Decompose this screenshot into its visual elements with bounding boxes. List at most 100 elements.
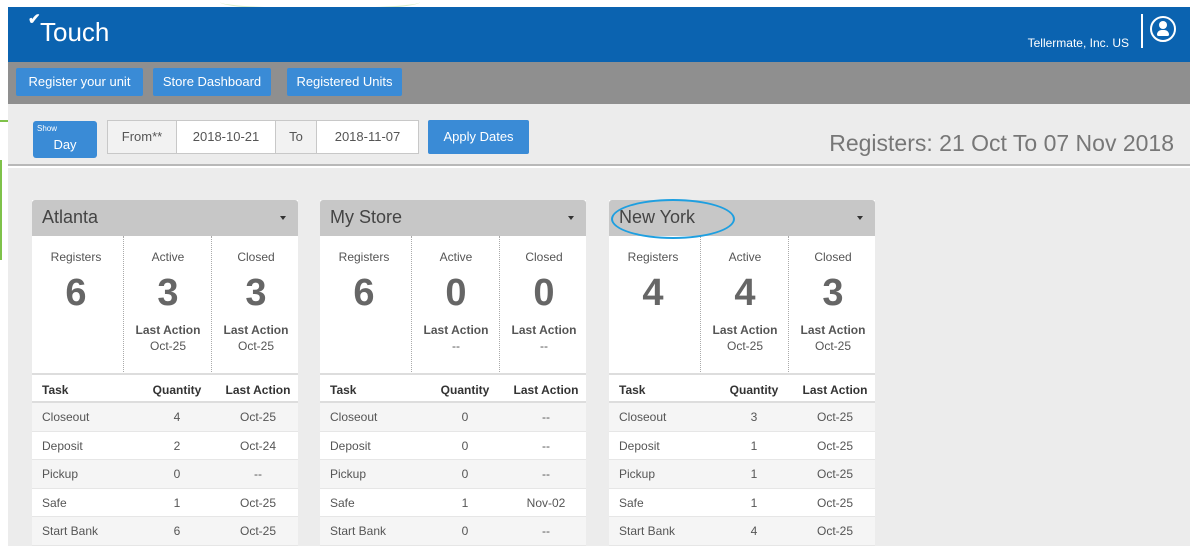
last-action-value: -- [452, 339, 460, 353]
date-range-group: From** 2018-10-21 To 2018-11-07 [107, 120, 419, 154]
registers-count: 6 [353, 272, 375, 314]
last-action-label: Last Action [223, 323, 289, 337]
nav-bar: Register your unit Store Dashboard Regis… [8, 62, 1190, 104]
quantity-cell: 0 [461, 467, 469, 481]
table-row: Closeout 3 Oct-25 [609, 403, 875, 432]
last-action: Last Action Oct-25 [701, 322, 789, 354]
quantity-cell: 4 [750, 524, 758, 538]
task-table: Task Quantity Last Action Closeout 4 Oct-2… [32, 373, 298, 546]
chevron-down-icon[interactable] [857, 216, 863, 220]
stat-label: Registers [50, 250, 102, 264]
stat-label: Active [151, 250, 185, 264]
last-action-label: Last Action [423, 323, 489, 337]
store-stats: Registers 4 Active 4 Last Action Oct-25 C… [609, 236, 875, 372]
store-card: New York Registers 4 Active 4 Last Actio… [609, 200, 875, 546]
last-action-label: Last Action [800, 323, 866, 337]
header-last-action: Last Action [225, 383, 291, 397]
quantity-cell: 4 [173, 410, 181, 424]
stat-label: Closed [525, 250, 563, 264]
header-divider [1141, 14, 1143, 48]
store-card-header[interactable]: New York [609, 200, 875, 236]
store-cards-area: Atlanta Registers 6 Active 3 Last Action… [8, 168, 1190, 546]
table-row: Pickup 0 -- [32, 460, 298, 489]
show-day-toggle[interactable]: Show Day [33, 121, 97, 158]
registers-count: 6 [65, 272, 87, 314]
quantity-cell: 2 [173, 438, 181, 453]
task-cell: Start Bank [42, 524, 99, 538]
table-header: Task Quantity Last Action [32, 373, 298, 403]
active-count: 0 [445, 272, 467, 314]
table-row: Closeout 4 Oct-25 [32, 403, 298, 432]
task-cell: Safe [330, 495, 355, 510]
task-cell: Deposit [42, 438, 83, 453]
table-row: Pickup 0 -- [320, 460, 586, 489]
app-header: ✔ Touch Tellermate, Inc. US [8, 7, 1190, 62]
store-dashboard-button[interactable]: Store Dashboard [153, 68, 271, 96]
stat-label: Registers [627, 250, 679, 264]
registered-units-button[interactable]: Registered Units [287, 68, 402, 96]
last-action-value: Oct-25 [149, 339, 186, 353]
header-last-action: Last Action [513, 383, 579, 397]
table-row: Deposit 0 -- [320, 432, 586, 460]
closed-count: 3 [822, 272, 844, 314]
last-action-label: Last Action [712, 323, 778, 337]
from-label: From** [108, 121, 176, 153]
show-label: Show [37, 124, 58, 133]
last-action: Last Action Oct-25 [124, 322, 212, 354]
store-name: Atlanta [42, 207, 99, 227]
quantity-cell: 6 [173, 524, 181, 538]
task-cell: Closeout [42, 410, 90, 424]
user-circle-icon[interactable] [1150, 16, 1176, 42]
store-card-header[interactable]: Atlanta [32, 200, 298, 236]
last-action-cell: Oct-25 [239, 524, 276, 538]
active-stat: Active 4 Last Action Oct-25 [700, 236, 788, 372]
last-action-value: Oct-25 [814, 339, 851, 353]
page-title: Registers: 21 Oct To 07 Nov 2018 [829, 130, 1174, 156]
last-action-cell: Oct-25 [816, 438, 853, 453]
table-header: Task Quantity Last Action [609, 373, 875, 403]
last-action-cell: Oct-25 [816, 467, 853, 481]
active-stat: Active 0 Last Action -- [411, 236, 499, 372]
filter-bar: Show Day From** 2018-10-21 To 2018-11-07… [8, 104, 1190, 166]
register-unit-button[interactable]: Register your unit [16, 68, 143, 96]
app-logo[interactable]: Touch [40, 17, 109, 48]
last-action-value: -- [540, 339, 548, 353]
header-task: Task [42, 383, 69, 397]
last-action-cell: Oct-24 [239, 438, 276, 453]
task-cell: Pickup [330, 467, 367, 481]
task-cell: Deposit [619, 438, 660, 453]
table-row: Start Bank 4 Oct-25 [609, 517, 875, 546]
last-action: Last Action Oct-25 [212, 322, 300, 354]
chevron-down-icon[interactable] [568, 216, 574, 220]
to-date-input[interactable]: 2018-11-07 [317, 121, 418, 153]
chevron-down-icon[interactable] [280, 216, 286, 220]
last-action-cell: Oct-25 [816, 524, 853, 538]
company-name: Tellermate, Inc. US [1027, 36, 1129, 50]
store-card: My Store Registers 6 Active 0 Last Actio… [320, 200, 586, 546]
stat-label: Registers [338, 250, 390, 264]
last-action-cell: -- [542, 524, 550, 538]
header-task: Task [619, 383, 646, 397]
header-quantity: Quantity [152, 383, 202, 397]
decorative-line [0, 160, 2, 260]
quantity-cell: 1 [750, 495, 758, 510]
table-row: Start Bank 0 -- [320, 517, 586, 546]
store-stats: Registers 6 Active 0 Last Action -- Close… [320, 236, 586, 372]
store-card: Atlanta Registers 6 Active 3 Last Action… [32, 200, 298, 546]
table-row: Start Bank 6 Oct-25 [32, 517, 298, 546]
last-action-label: Last Action [511, 323, 577, 337]
show-value: Day [53, 137, 77, 152]
last-action-cell: Nov-02 [526, 495, 566, 510]
last-action-cell: -- [254, 467, 262, 481]
from-date-input[interactable]: 2018-10-21 [177, 121, 275, 153]
store-name: My Store [330, 207, 403, 227]
store-name: New York [619, 207, 696, 227]
table-row: Deposit 2 Oct-24 [32, 432, 298, 460]
store-card-header[interactable]: My Store [320, 200, 586, 236]
task-cell: Safe [42, 495, 67, 510]
last-action-value: Oct-25 [237, 339, 274, 353]
closed-count: 3 [245, 272, 267, 314]
apply-dates-button[interactable]: Apply Dates [428, 120, 529, 154]
table-row: Safe 1 Nov-02 [320, 489, 586, 517]
header-task: Task [330, 383, 357, 397]
